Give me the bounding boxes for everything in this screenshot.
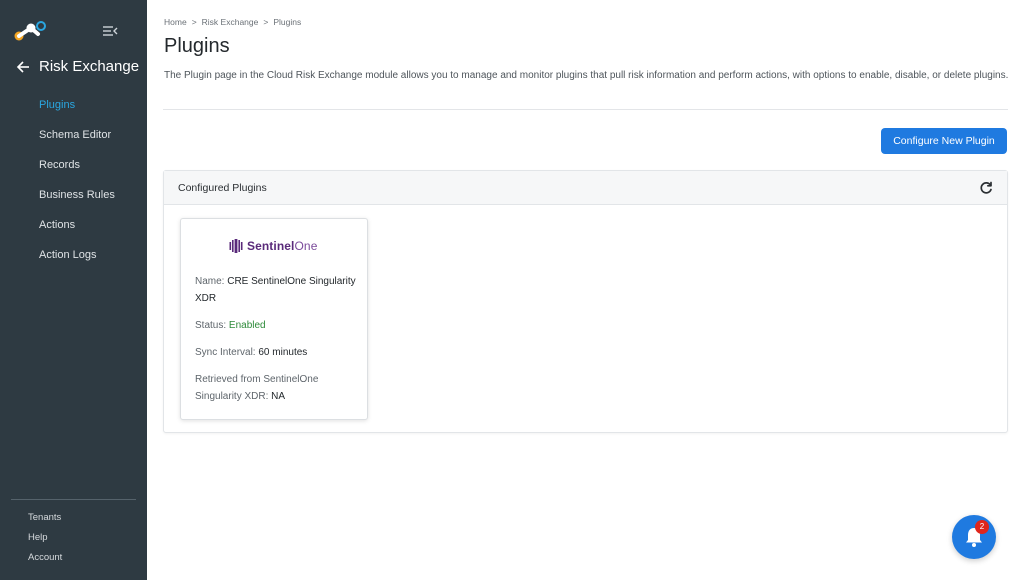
collapse-sidebar-icon[interactable] xyxy=(102,24,118,38)
sidebar-footer: Tenants Help Account xyxy=(28,510,62,570)
panel-title: Configured Plugins xyxy=(178,181,267,194)
plugin-retrieved-value: NA xyxy=(271,391,286,402)
back-to-risk-exchange[interactable]: Risk Exchange xyxy=(16,58,139,75)
breadcrumb-home[interactable]: Home xyxy=(164,17,187,27)
sidebar-link-account[interactable]: Account xyxy=(28,550,62,570)
sidebar-section-title: Risk Exchange xyxy=(39,58,140,75)
plugin-details: Name: CRE SentinelOne Singularity XDR St… xyxy=(195,273,360,415)
plugin-name-row: Name: CRE SentinelOne Singularity XDR xyxy=(195,273,360,307)
page-title: Plugins xyxy=(164,35,230,57)
breadcrumb: Home > Risk Exchange > Plugins xyxy=(164,17,301,27)
sidebar-item-action-logs[interactable]: Action Logs xyxy=(0,240,147,270)
plugin-retrieved-row: Retrieved from SentinelOne Singularity X… xyxy=(195,371,360,405)
plugin-status-value: Enabled xyxy=(228,320,266,331)
breadcrumb-plugins: Plugins xyxy=(273,17,302,27)
plugin-sync-row: Sync Interval: 60 minutes xyxy=(195,344,360,361)
configured-plugins-panel: Configured Plugins SentinelOne Name: CRE… xyxy=(163,170,1008,433)
refresh-icon[interactable] xyxy=(979,181,993,195)
plugin-card[interactable]: SentinelOne Name: CRE SentinelOne Singul… xyxy=(180,218,368,420)
breadcrumb-separator: > xyxy=(263,17,269,27)
configure-new-plugin-button[interactable]: Configure New Plugin xyxy=(881,128,1007,154)
page-description: The Plugin page in the Cloud Risk Exchan… xyxy=(164,70,1009,81)
header-divider xyxy=(163,109,1008,110)
plugin-status-label: Status: xyxy=(195,320,227,331)
notification-count-badge: 2 xyxy=(975,520,989,534)
sidebar-divider xyxy=(11,499,136,500)
sidebar-item-actions[interactable]: Actions xyxy=(0,210,147,240)
plugin-retrieved-label: Retrieved from SentinelOne Singularity X… xyxy=(195,374,319,402)
sidebar-item-schema-editor[interactable]: Schema Editor xyxy=(0,120,147,150)
sidebar-item-plugins[interactable]: Plugins xyxy=(0,90,147,120)
sentinelone-logo: SentinelOne xyxy=(229,239,317,253)
sidebar-nav: Plugins Schema Editor Records Business R… xyxy=(0,90,147,270)
app-logo[interactable] xyxy=(14,20,48,42)
sidebar-link-tenants[interactable]: Tenants xyxy=(28,510,62,530)
plugin-name-label: Name: xyxy=(195,276,225,287)
notifications-button[interactable]: 2 xyxy=(952,515,996,559)
main-content: Home > Risk Exchange > Plugins Plugins T… xyxy=(147,0,1024,580)
arrow-left-icon xyxy=(16,60,29,73)
sidebar: Risk Exchange Plugins Schema Editor Reco… xyxy=(0,0,147,580)
sentinelone-logo-text: SentinelOne xyxy=(247,239,318,253)
plugin-sync-label: Sync Interval: xyxy=(195,347,256,358)
sidebar-item-business-rules[interactable]: Business Rules xyxy=(0,180,147,210)
plugin-sync-value: 60 minutes xyxy=(258,347,308,358)
sidebar-item-records[interactable]: Records xyxy=(0,150,147,180)
breadcrumb-separator: > xyxy=(191,17,197,27)
sidebar-link-help[interactable]: Help xyxy=(28,530,62,550)
breadcrumb-risk-exchange[interactable]: Risk Exchange xyxy=(202,17,259,27)
plugin-status-row: Status: Enabled xyxy=(195,317,360,334)
sentinelone-mark-icon xyxy=(229,239,243,253)
panel-header: Configured Plugins xyxy=(164,171,1007,205)
